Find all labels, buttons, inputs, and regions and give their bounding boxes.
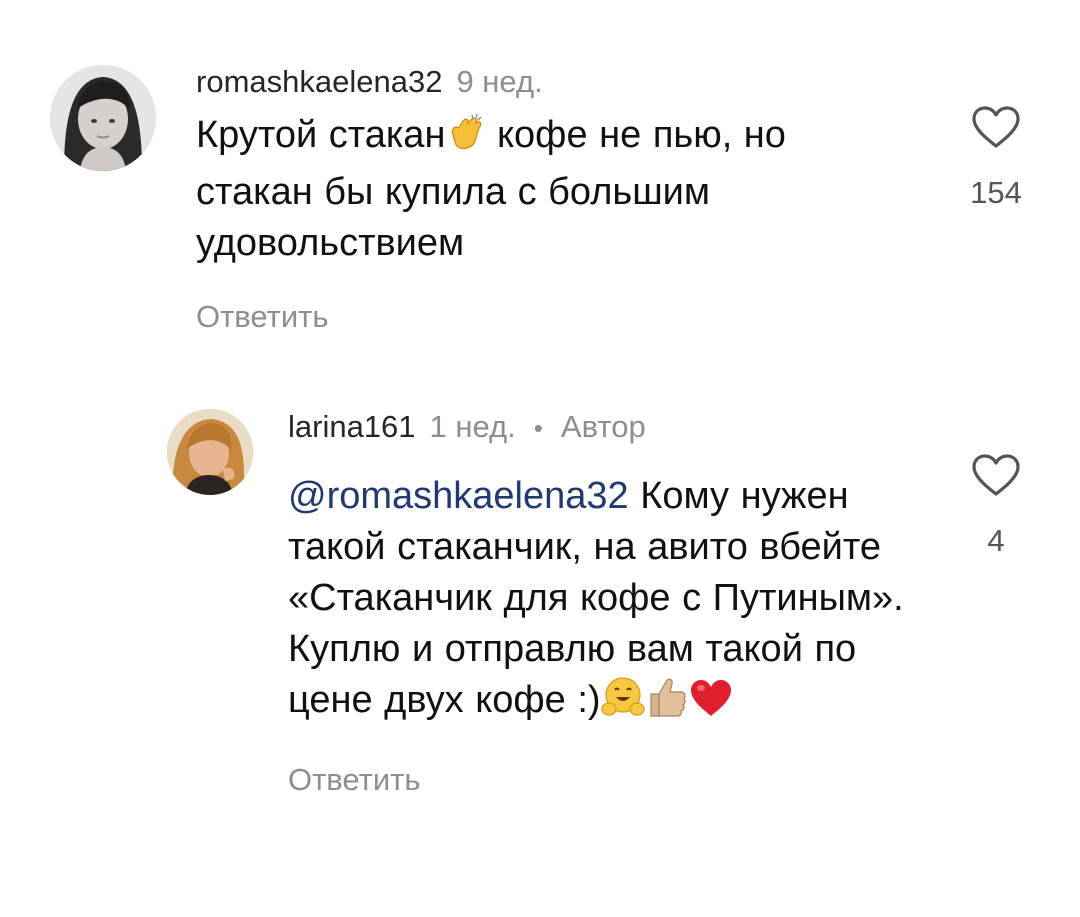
hugging-face-icon bbox=[600, 676, 645, 732]
comment-meta: larina161 1 нед. • Автор bbox=[288, 405, 928, 449]
thumbs-up-icon bbox=[645, 676, 689, 732]
comment-text-part: Крутой стакан bbox=[196, 114, 446, 156]
avatar[interactable] bbox=[167, 409, 253, 495]
avatar-photo-icon bbox=[50, 65, 156, 171]
avatar-photo-icon bbox=[167, 409, 253, 495]
comment-meta: romashkaelena32 9 нед. bbox=[196, 60, 896, 104]
heart-outline-icon[interactable] bbox=[971, 105, 1021, 149]
clapping-hands-icon bbox=[445, 113, 485, 167]
mention-link[interactable]: @romashkaelena32 bbox=[288, 475, 629, 517]
heart-outline-icon[interactable] bbox=[971, 453, 1021, 497]
reply-button[interactable]: Ответить bbox=[196, 297, 896, 337]
timestamp: 9 нед. bbox=[456, 64, 543, 99]
avatar[interactable] bbox=[50, 65, 156, 171]
red-heart-icon bbox=[689, 678, 733, 732]
username[interactable]: romashkaelena32 bbox=[196, 64, 442, 99]
like-count: 154 bbox=[970, 175, 1022, 210]
comment-body: larina161 1 нед. • Автор @romashkaelena32 К… bbox=[288, 405, 928, 800]
author-badge: Автор bbox=[560, 409, 646, 444]
comment-text: Крутой стакан кофе не пью, но стакан бы … bbox=[196, 110, 896, 269]
reply-button[interactable]: Ответить bbox=[288, 760, 928, 800]
like-button[interactable]: 154 bbox=[946, 105, 1046, 211]
like-button[interactable]: 4 bbox=[946, 453, 1046, 559]
timestamp: 1 нед. bbox=[429, 409, 516, 444]
separator: • bbox=[533, 413, 543, 443]
like-count: 4 bbox=[987, 523, 1005, 558]
comment-text: @romashkaelena32 Кому нужен такой стакан… bbox=[288, 471, 928, 732]
comment-body: romashkaelena32 9 нед. Крутой стакан кофе… bbox=[196, 60, 896, 337]
username[interactable]: larina161 bbox=[288, 409, 416, 444]
